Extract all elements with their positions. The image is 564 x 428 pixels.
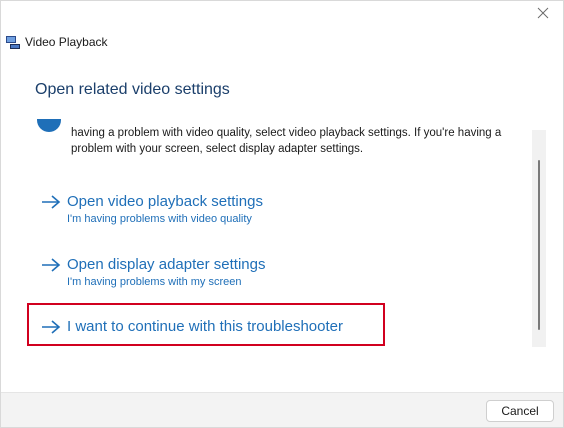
arrow-right-icon	[42, 195, 61, 209]
close-button[interactable]	[531, 3, 555, 23]
footer-bar: Cancel	[1, 392, 563, 427]
open-display-adapter-settings-link[interactable]: Open display adapter settings I'm having…	[41, 255, 265, 289]
scrollbar[interactable]	[532, 130, 546, 347]
link-subtitle: I'm having problems with my screen	[67, 276, 242, 288]
video-playback-app-icon	[6, 36, 20, 49]
title-bar: Video Playback	[5, 31, 108, 53]
close-icon	[537, 7, 549, 19]
troubleshooter-window: Video Playback Open related video settin…	[0, 0, 564, 428]
cancel-button[interactable]: Cancel	[486, 400, 554, 422]
window-title: Video Playback	[25, 35, 108, 49]
page-heading: Open related video settings	[35, 81, 230, 98]
info-icon	[37, 119, 61, 132]
link-title: Open display adapter settings	[67, 256, 266, 273]
link-subtitle: I'm having problems with video quality	[67, 213, 252, 225]
link-title: Open video playback settings	[67, 193, 263, 210]
arrow-right-icon	[42, 258, 61, 272]
open-video-playback-settings-link[interactable]: Open video playback settings I'm having …	[41, 192, 263, 226]
highlight-box	[27, 303, 385, 346]
scrollbar-thumb[interactable]	[538, 160, 540, 330]
info-text: having a problem with video quality, sel…	[71, 127, 502, 155]
